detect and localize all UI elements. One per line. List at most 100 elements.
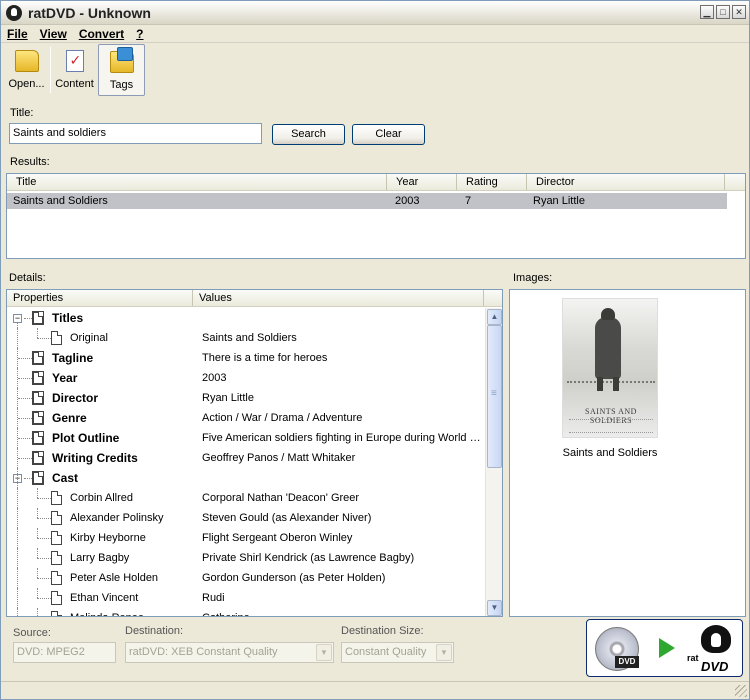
- property-name: Melinda Renee: [70, 608, 144, 616]
- chevron-down-icon: ▼: [316, 644, 332, 661]
- tree-group-row[interactable]: Plot Outline Five American soldiers fight…: [7, 428, 487, 448]
- resize-grip-icon[interactable]: [735, 685, 747, 697]
- tree-group-row[interactable]: Year 2003: [7, 368, 487, 388]
- property-name: Titles: [52, 311, 84, 325]
- title-label: Title:: [10, 107, 34, 119]
- logo-dvd-text: DVD: [701, 659, 729, 674]
- destination-size-label: Destination Size:: [341, 625, 424, 637]
- tree-item-row[interactable]: Larry Bagby Private Shirl Kendrick (as La…: [7, 548, 487, 568]
- search-button[interactable]: Search: [272, 124, 345, 145]
- tags-button-label: Tags: [109, 79, 134, 91]
- property-value: Corporal Nathan 'Deacon' Greer: [202, 492, 360, 504]
- window-title: ratDVD - Unknown: [28, 4, 151, 21]
- document-icon: [51, 531, 62, 545]
- col-values[interactable]: Values: [193, 290, 484, 306]
- property-name: Genre: [52, 411, 87, 425]
- tree-group-row[interactable]: Director Ryan Little: [7, 388, 487, 408]
- rat-head-icon: [701, 625, 731, 653]
- tree-item-row[interactable]: Melinda Renee Catherine: [7, 608, 487, 616]
- ratdvd-logo: rat DVD: [687, 625, 739, 674]
- tree-item-row[interactable]: Original Saints and Soldiers: [7, 328, 487, 348]
- property-value: Five American soldiers fighting in Europ…: [202, 432, 482, 444]
- images-panel: SAINTS AND SOLDIERS Saints and Soldiers: [509, 289, 746, 617]
- tree-item-row[interactable]: Peter Asle Holden Gordon Gunderson (as Pe…: [7, 568, 487, 588]
- menu-view[interactable]: View: [34, 27, 73, 41]
- tree-group-row[interactable]: − Cast: [7, 468, 487, 488]
- document-icon: [32, 471, 44, 485]
- tree-group-row[interactable]: Genre Action / War / Drama / Adventure: [7, 408, 487, 428]
- property-value: Flight Sergeant Oberon Winley: [202, 532, 353, 544]
- destination-size-select[interactable]: Constant Quality ▼: [341, 642, 454, 663]
- document-icon: [51, 571, 62, 585]
- menu-help[interactable]: ?: [130, 27, 149, 41]
- convert-button[interactable]: DVD rat DVD: [586, 619, 743, 677]
- details-tree: Properties Values − Titles Original Saints …: [6, 289, 503, 617]
- property-value: Rudi: [202, 592, 225, 604]
- details-scrollbar[interactable]: ▲ ▼: [485, 308, 502, 616]
- collapse-icon[interactable]: −: [13, 314, 22, 323]
- property-name: Alexander Polinsky: [70, 512, 164, 524]
- minimize-button[interactable]: ▁: [700, 5, 714, 19]
- tree-group-row[interactable]: − Titles: [7, 308, 487, 328]
- menu-convert[interactable]: Convert: [73, 27, 130, 41]
- content-button-label: Content: [55, 78, 94, 90]
- close-button[interactable]: ✕: [732, 5, 746, 19]
- property-name: Tagline: [52, 351, 94, 365]
- col-year[interactable]: Year: [387, 174, 457, 190]
- dvd-tag: DVD: [615, 656, 639, 668]
- property-value: Private Shirl Kendrick (as Lawrence Bagb…: [202, 552, 415, 564]
- tree-group-row[interactable]: Tagline There is a time for heroes: [7, 348, 487, 368]
- col-director[interactable]: Director: [527, 174, 725, 190]
- tree-item-row[interactable]: Corbin Allred Corporal Nathan 'Deacon' Gr…: [7, 488, 487, 508]
- poster-caption: Saints and Soldiers: [562, 447, 658, 459]
- property-name: Writing Credits: [52, 451, 138, 465]
- scroll-up-button[interactable]: ▲: [487, 309, 502, 325]
- scroll-down-button[interactable]: ▼: [487, 600, 502, 616]
- title-search-input[interactable]: Saints and soldiers: [9, 123, 262, 144]
- results-header: Title Year Rating Director: [7, 174, 745, 191]
- window-controls: ▁ □ ✕: [700, 5, 746, 19]
- col-properties[interactable]: Properties: [7, 290, 193, 306]
- destination-select[interactable]: ratDVD: XEB Constant Quality ▼: [125, 642, 334, 663]
- property-name: Year: [52, 371, 78, 385]
- document-icon: [51, 511, 62, 525]
- logo-rat-text: rat: [687, 653, 699, 663]
- app-window: ratDVD - Unknown ▁ □ ✕ File View Convert…: [0, 0, 750, 700]
- images-label: Images:: [513, 272, 553, 284]
- col-title[interactable]: Title: [7, 174, 387, 190]
- tree-group-row[interactable]: Writing Credits Geoffrey Panos / Matt Whi…: [7, 448, 487, 468]
- property-value: Catherine: [202, 608, 482, 616]
- tags-button[interactable]: Tags: [98, 44, 145, 96]
- document-icon: [32, 391, 44, 405]
- scroll-thumb[interactable]: [487, 325, 502, 468]
- content-button[interactable]: Content: [51, 44, 98, 96]
- menu-bar: File View Convert ?: [1, 25, 749, 43]
- property-name: Plot Outline: [52, 431, 120, 445]
- title-bar: ratDVD - Unknown ▁ □ ✕: [1, 1, 749, 25]
- details-header: Properties Values: [7, 290, 502, 307]
- destination-size-value: Constant Quality: [345, 646, 427, 658]
- results-row[interactable]: Saints and Soldiers 2003 7 Ryan Little: [7, 193, 727, 209]
- tree-item-row[interactable]: Ethan Vincent Rudi: [7, 588, 487, 608]
- col-rating[interactable]: Rating: [457, 174, 527, 190]
- clear-button[interactable]: Clear: [352, 124, 425, 145]
- maximize-button[interactable]: □: [716, 5, 730, 19]
- movie-poster-image[interactable]: SAINTS AND SOLDIERS: [562, 298, 658, 438]
- result-year: 2003: [395, 195, 420, 207]
- property-value: Saints and Soldiers: [202, 332, 297, 344]
- destination-value: ratDVD: XEB Constant Quality: [129, 646, 278, 658]
- status-bar: [1, 681, 749, 699]
- document-icon: [32, 451, 44, 465]
- property-value: Action / War / Drama / Adventure: [202, 412, 363, 424]
- results-list: Title Year Rating Director Saints and So…: [6, 173, 746, 259]
- document-icon: [51, 551, 62, 565]
- property-name: Director: [52, 391, 99, 405]
- document-icon: [32, 431, 44, 445]
- document-icon: [32, 411, 44, 425]
- property-value: Gordon Gunderson (as Peter Holden): [202, 572, 386, 584]
- tree-item-row[interactable]: Kirby Heyborne Flight Sergeant Oberon Win…: [7, 528, 487, 548]
- document-icon: [51, 491, 62, 505]
- tree-item-row[interactable]: Alexander Polinsky Steven Gould (as Alexa…: [7, 508, 487, 528]
- open-button[interactable]: Open...: [3, 44, 50, 96]
- menu-file[interactable]: File: [1, 27, 34, 41]
